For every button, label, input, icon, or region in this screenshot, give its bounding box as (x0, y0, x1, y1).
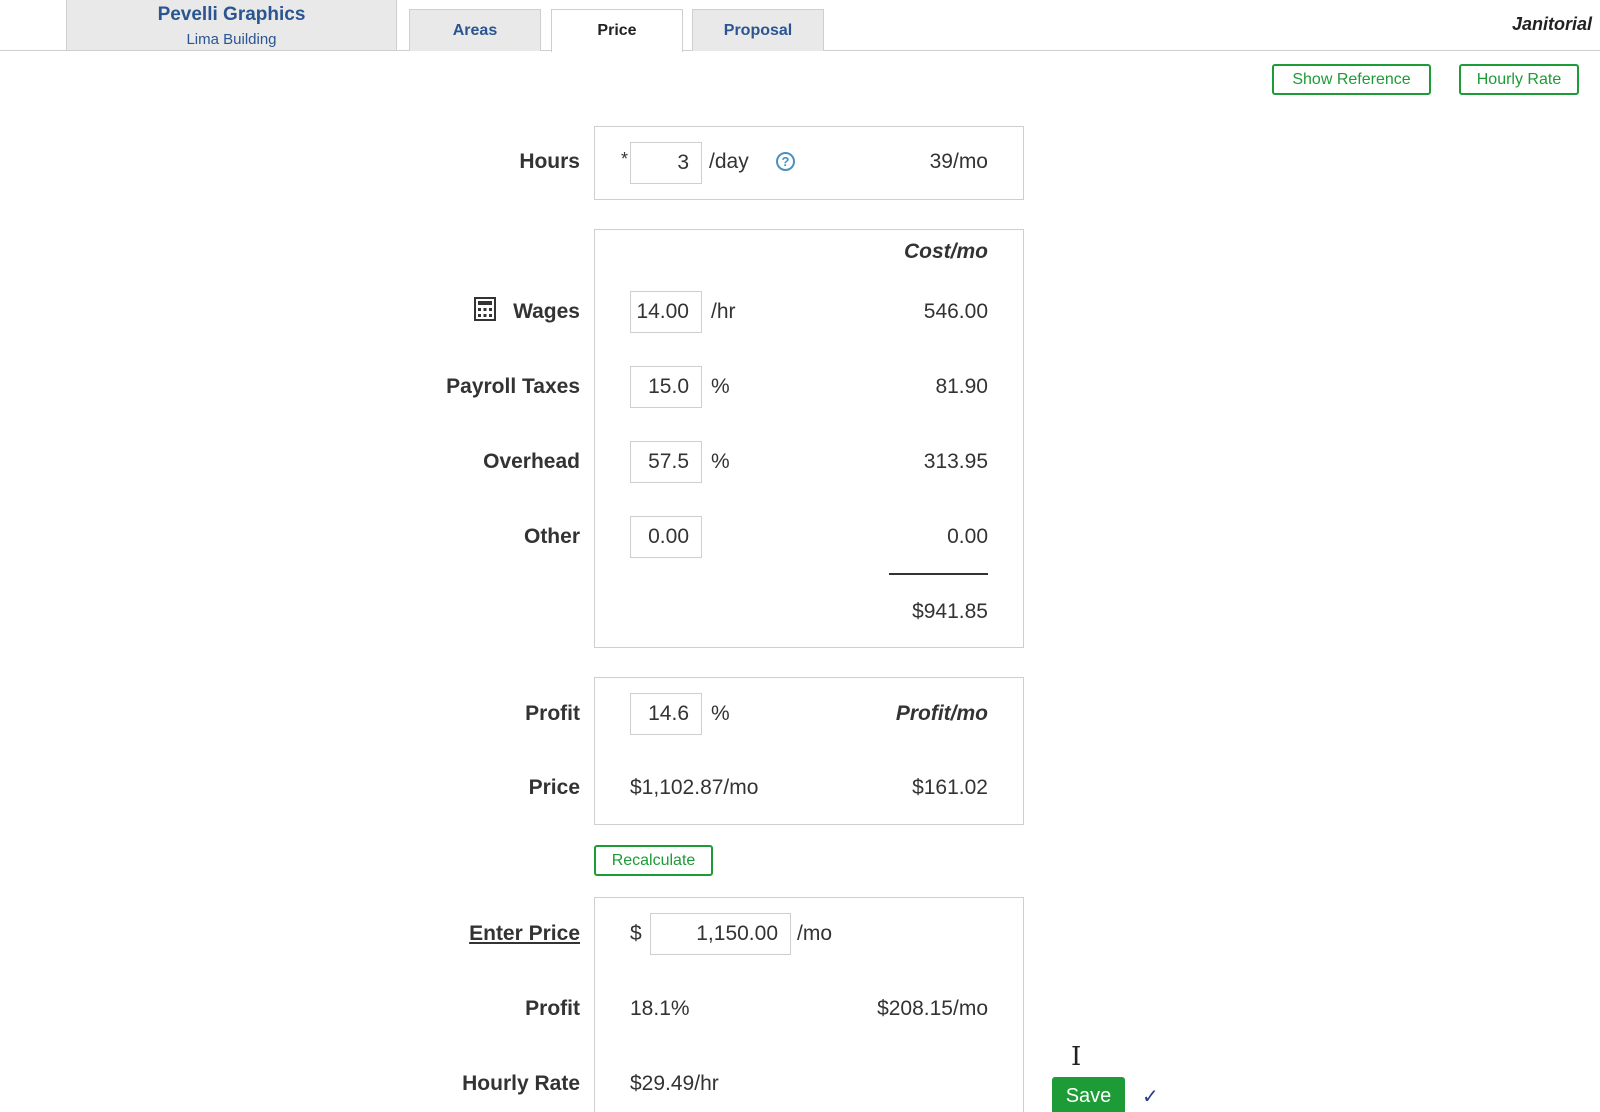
price-value: $1,102.87/mo (630, 776, 759, 799)
other-cost: 0.00 (947, 525, 988, 548)
hourly-rate-button[interactable]: Hourly Rate (1459, 64, 1579, 95)
show-reference-button[interactable]: Show Reference (1272, 64, 1431, 95)
tab-areas[interactable]: Areas (409, 9, 541, 51)
save-button[interactable]: Save (1052, 1077, 1125, 1112)
enter-price-unit: /mo (797, 922, 833, 945)
total-divider (889, 573, 988, 575)
payroll-taxes-cost: 81.90 (935, 375, 988, 398)
required-mark: * (621, 149, 629, 169)
company-header[interactable]: Pevelli Graphics Lima Building (66, 0, 397, 50)
recalculate-button[interactable]: Recalculate (594, 845, 713, 876)
overhead-unit: % (711, 450, 730, 473)
overhead-label: Overhead (483, 450, 580, 473)
wages-unit: /hr (711, 300, 736, 323)
payroll-taxes-unit: % (711, 375, 730, 398)
overhead-cost: 313.95 (923, 450, 988, 473)
text-cursor-icon: I (1071, 1042, 1082, 1072)
building-name: Lima Building (186, 31, 277, 48)
other-input[interactable] (630, 516, 702, 558)
currency-symbol: $ (630, 922, 642, 945)
help-icon[interactable]: ? (776, 152, 795, 171)
profit-amount: $161.02 (912, 776, 988, 799)
hours-per-day-input[interactable] (630, 142, 702, 184)
enter-profit-label: Profit (525, 997, 580, 1020)
tab-proposal[interactable]: Proposal (692, 9, 824, 51)
hours-monthly: 39/mo (929, 150, 988, 173)
hourly-rate-label: Hourly Rate (462, 1072, 580, 1095)
payroll-taxes-input[interactable] (630, 366, 702, 408)
calculator-icon[interactable] (474, 297, 496, 321)
payroll-taxes-label: Payroll Taxes (446, 375, 580, 398)
hours-label: Hours (519, 150, 580, 173)
enter-price-input[interactable] (650, 913, 791, 955)
cost-header: Cost/mo (904, 240, 988, 263)
enter-price-link[interactable]: Enter Price (469, 922, 580, 946)
tab-price[interactable]: Price (551, 9, 683, 52)
profit-percent-input[interactable] (630, 693, 702, 735)
wages-cost: 546.00 (923, 300, 988, 323)
total-cost: $941.85 (912, 600, 988, 623)
hours-unit: /day (709, 150, 749, 173)
service-type: Janitorial (1511, 14, 1592, 34)
enter-profit-percent: 18.1% (630, 997, 690, 1020)
wages-label: Wages (513, 300, 580, 323)
other-label: Other (523, 525, 580, 548)
hourly-rate-value: $29.49/hr (630, 1072, 719, 1095)
wages-input[interactable] (630, 291, 702, 333)
overhead-input[interactable] (630, 441, 702, 483)
profit-unit: % (711, 702, 730, 725)
price-label: Price (528, 776, 580, 799)
enter-profit-amount: $208.15/mo (877, 997, 988, 1020)
profit-header: Profit/mo (895, 702, 988, 725)
profit-label: Profit (525, 702, 580, 725)
saved-check-icon: ✓ (1142, 1086, 1159, 1108)
company-name: Pevelli Graphics (157, 4, 306, 25)
